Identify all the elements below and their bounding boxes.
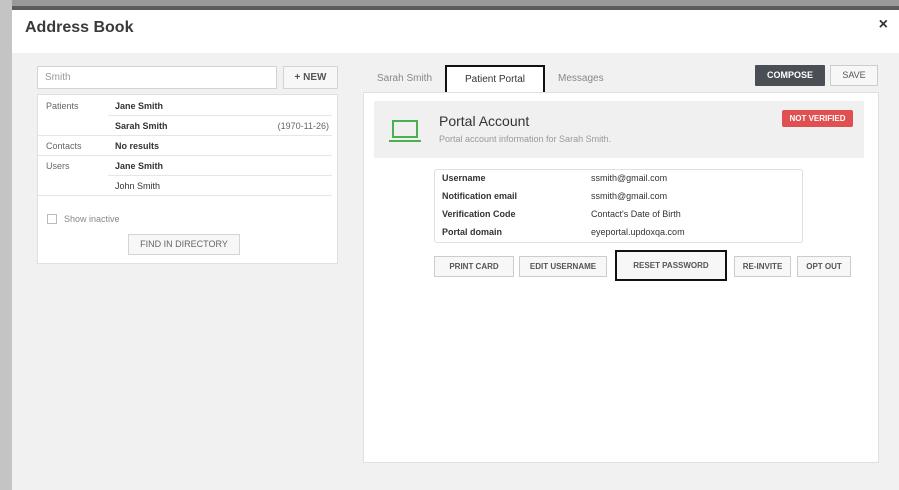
category-divider [38, 156, 332, 196]
opt-out-button[interactable]: OPT OUT [797, 256, 851, 277]
category-divider [38, 136, 332, 156]
portal-account-header: Portal Account Portal account informatio… [374, 101, 864, 158]
info-row: Portal domain eyeportal.updoxqa.com [435, 224, 804, 242]
print-card-button[interactable]: PRINT CARD [434, 256, 514, 277]
portal-subtitle: Portal account information for Sarah Smi… [439, 134, 612, 144]
re-invite-button[interactable]: RE-INVITE [734, 256, 791, 277]
info-label: Username [442, 173, 486, 183]
close-icon[interactable]: × [879, 16, 888, 34]
info-value: ssmith@gmail.com [591, 191, 668, 201]
category-divider [38, 95, 332, 136]
tab-messages[interactable]: Messages [558, 73, 604, 84]
show-inactive-label: Show inactive [64, 214, 120, 224]
tab-patient-portal[interactable]: Patient Portal [445, 65, 545, 95]
info-label: Portal domain [442, 227, 503, 237]
reset-password-button[interactable]: RESET PASSWORD [615, 250, 727, 281]
info-value: ssmith@gmail.com [591, 173, 668, 183]
status-badge: NOT VERIFIED [782, 110, 853, 127]
portal-title: Portal Account [439, 113, 530, 129]
portal-info-table: Username ssmith@gmail.com Notification e… [434, 169, 803, 243]
info-value: Contact's Date of Birth [591, 209, 681, 219]
info-row: Verification Code Contact's Date of Birt… [435, 206, 804, 224]
info-label: Verification Code [442, 209, 516, 219]
info-value: eyeportal.updoxqa.com [591, 227, 685, 237]
compose-button[interactable]: COMPOSE [755, 65, 825, 86]
search-input[interactable] [37, 66, 277, 89]
address-book-dialog: Address Book × + NEW Patients Jane Smith… [12, 10, 899, 490]
dialog-title: Address Book [25, 19, 134, 36]
info-row: Username ssmith@gmail.com [435, 170, 804, 188]
outer-frame-left [0, 0, 12, 490]
tab-sarah-smith[interactable]: Sarah Smith [377, 73, 432, 84]
new-button[interactable]: + NEW [283, 66, 338, 89]
laptop-icon [389, 120, 421, 142]
patient-portal-panel: Portal Account Portal account informatio… [363, 92, 879, 463]
info-row: Notification email ssmith@gmail.com [435, 188, 804, 206]
save-button[interactable]: SAVE [830, 65, 878, 86]
edit-username-button[interactable]: EDIT USERNAME [519, 256, 607, 277]
info-label: Notification email [442, 191, 518, 201]
find-in-directory-button[interactable]: FIND IN DIRECTORY [128, 234, 240, 255]
search-results-panel: Patients Jane Smith Sarah Smith (1970-11… [37, 94, 338, 264]
show-inactive-checkbox[interactable] [47, 214, 57, 224]
